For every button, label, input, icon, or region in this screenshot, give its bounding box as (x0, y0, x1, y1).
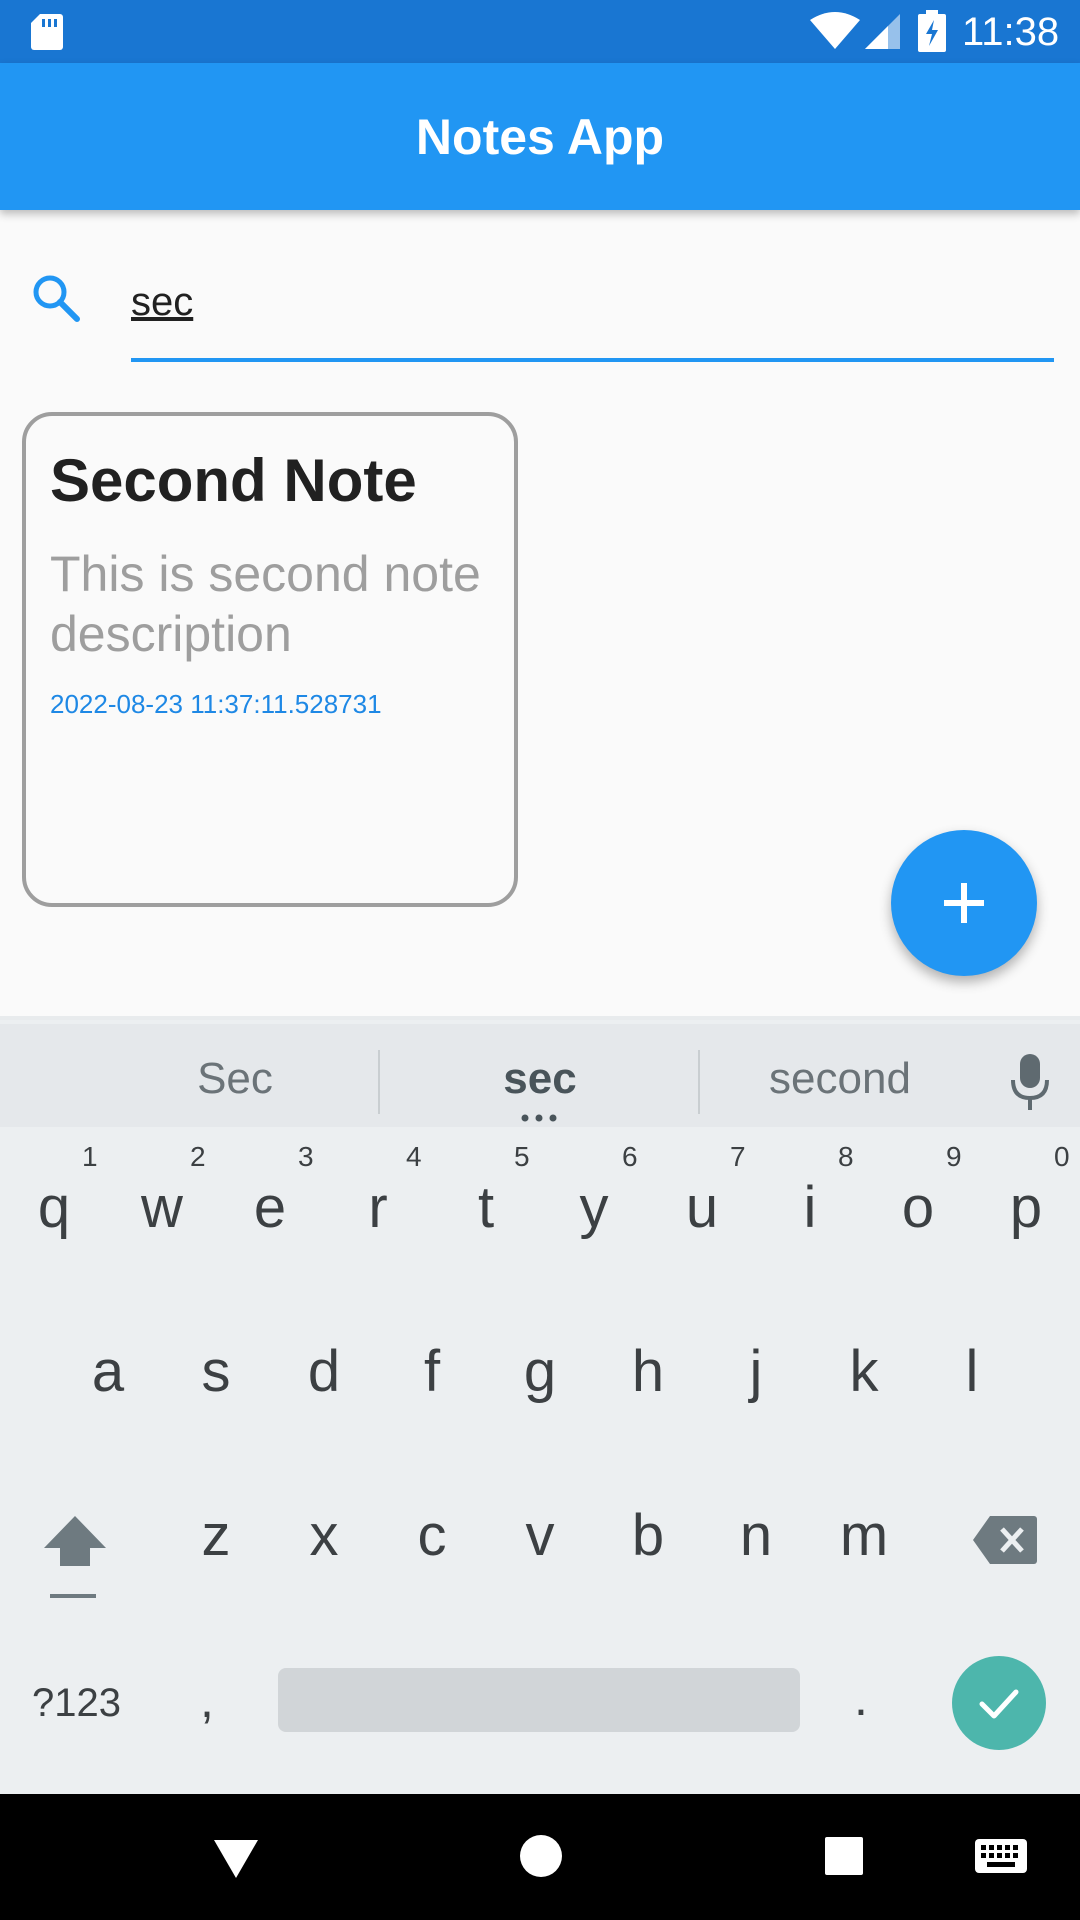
suggestion-1[interactable]: Sec (130, 1054, 340, 1104)
key-hint-7: 7 (730, 1141, 746, 1172)
shift-icon[interactable] (40, 1510, 110, 1610)
key-b[interactable]: b (608, 1504, 688, 1568)
soft-keyboard: Sec sec second ?123 , . q 1w 2e 3r 4t 5y 6 u 7… (0, 1016, 1080, 1794)
key-hint-1: 1 (82, 1141, 98, 1172)
key-v[interactable]: v (500, 1504, 580, 1568)
key-c[interactable]: c (392, 1504, 472, 1568)
status-clock: 11:38 (962, 10, 1060, 54)
suggestion-divider (698, 1050, 700, 1114)
add-icon (944, 883, 984, 923)
key-hint-4: 4 (406, 1141, 422, 1172)
key-d[interactable]: d (284, 1340, 364, 1404)
key-w[interactable]: w (122, 1176, 202, 1240)
key-y[interactable]: y (554, 1176, 634, 1240)
key-a[interactable]: a (68, 1340, 148, 1404)
app-title: Notes App (415, 109, 665, 165)
more-suggestions-icon (521, 1114, 557, 1122)
microphone-icon[interactable] (1008, 1052, 1052, 1112)
key-z[interactable]: z (176, 1504, 256, 1568)
suggestion-2[interactable]: sec (430, 1054, 650, 1104)
key-hint-0: 0 (1054, 1141, 1070, 1172)
backspace-icon[interactable] (972, 1514, 1038, 1566)
suggestion-strip: Sec sec second (0, 1024, 1080, 1127)
key-f[interactable]: f (392, 1340, 472, 1404)
check-icon (979, 1689, 1019, 1719)
search-icon (33, 275, 80, 322)
key-hint-5: 5 (514, 1141, 530, 1172)
done-key[interactable] (952, 1656, 1046, 1750)
comma-key[interactable]: , (200, 1670, 214, 1730)
back-icon[interactable] (212, 1838, 260, 1880)
key-g[interactable]: g (500, 1340, 580, 1404)
recents-icon[interactable] (824, 1836, 864, 1876)
key-hint-8: 8 (838, 1141, 854, 1172)
key-k[interactable]: k (824, 1340, 904, 1404)
status-bar: 11:38 (0, 0, 1080, 63)
key-q[interactable]: q (14, 1176, 94, 1240)
key-u[interactable]: u (662, 1176, 742, 1240)
suggestion-3[interactable]: second (740, 1054, 940, 1104)
wifi-icon (810, 12, 860, 49)
navigation-bar (0, 1794, 1080, 1920)
key-x[interactable]: x (284, 1504, 364, 1568)
search-field[interactable] (131, 262, 1054, 362)
key-i[interactable]: i (770, 1176, 850, 1240)
key-m[interactable]: m (824, 1504, 904, 1568)
key-t[interactable]: t (446, 1176, 526, 1240)
app-bar: Notes App (0, 63, 1080, 210)
note-title: Second Note (50, 447, 417, 514)
symbols-key[interactable]: ?123 (32, 1678, 121, 1728)
search-input[interactable] (131, 262, 1054, 332)
period-key[interactable]: . (854, 1668, 868, 1728)
note-date: 2022-08-23 11:37:11.528731 (50, 689, 382, 719)
key-hint-9: 9 (946, 1141, 962, 1172)
key-s[interactable]: s (176, 1340, 256, 1404)
space-key[interactable] (278, 1668, 800, 1732)
note-card[interactable]: Second Note This is second note descript… (22, 412, 518, 907)
signal-icon (865, 14, 900, 49)
key-l[interactable]: l (932, 1340, 1012, 1404)
key-o[interactable]: o (878, 1176, 958, 1240)
key-n[interactable]: n (716, 1504, 796, 1568)
key-hint-3: 3 (298, 1141, 314, 1172)
key-hint-2: 2 (190, 1141, 206, 1172)
keyboard-switch-icon[interactable] (974, 1838, 1028, 1874)
key-h[interactable]: h (608, 1340, 688, 1404)
key-r[interactable]: r (338, 1176, 418, 1240)
battery-charging-icon (918, 10, 946, 52)
suggestion-divider (378, 1050, 380, 1114)
key-e[interactable]: e (230, 1176, 310, 1240)
note-description: This is second note description (50, 546, 481, 662)
add-note-button[interactable] (891, 830, 1037, 976)
key-p[interactable]: p (986, 1176, 1066, 1240)
key-hint-6: 6 (622, 1141, 638, 1172)
key-j[interactable]: j (716, 1340, 796, 1404)
sd-card-icon (31, 14, 63, 50)
home-icon[interactable] (519, 1834, 563, 1878)
